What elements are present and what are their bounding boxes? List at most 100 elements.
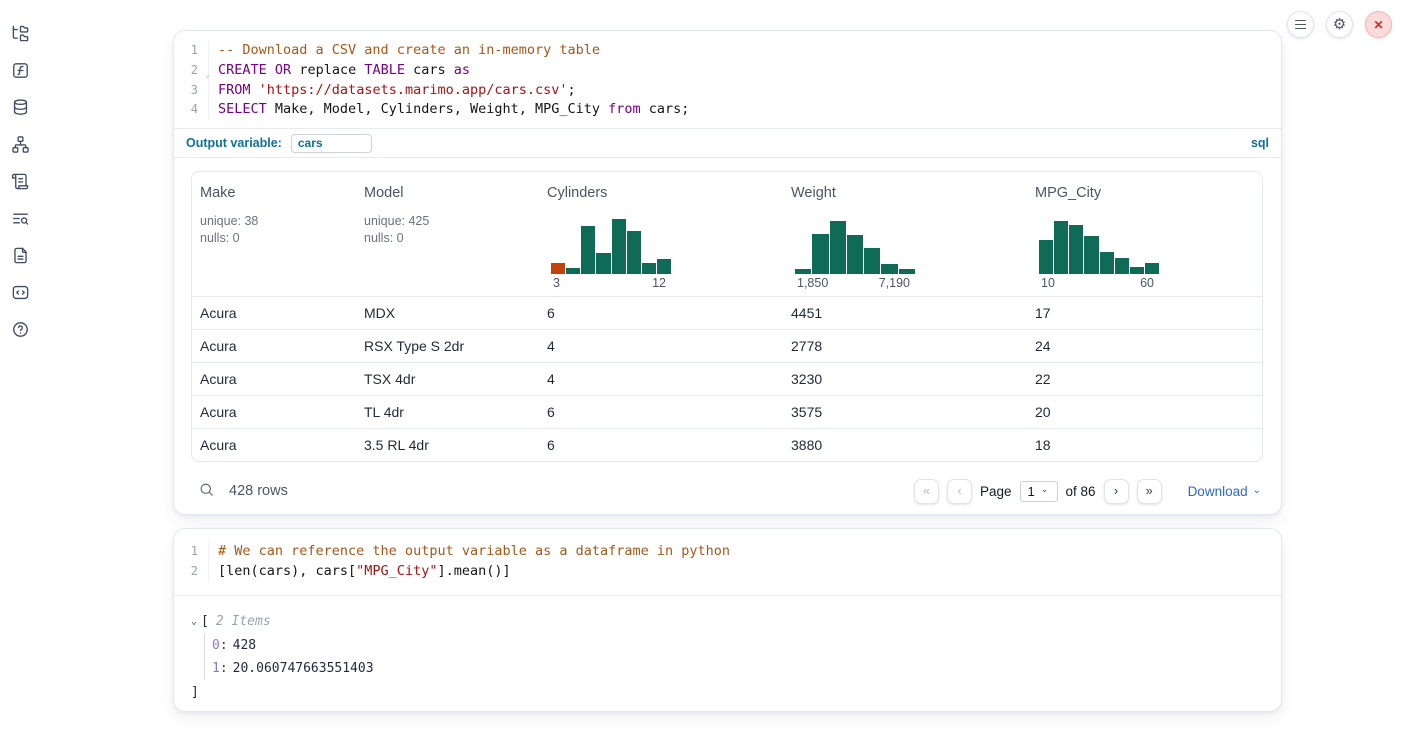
column-histogram: 1,850 7,190 <box>795 219 915 290</box>
column-name[interactable]: MPG_City <box>1035 185 1254 201</box>
previous-page-button[interactable]: ‹ <box>947 479 972 504</box>
topbar-controls: ⚙ ✕ <box>1287 11 1392 38</box>
table-row[interactable]: AcuraRSX Type S 2dr4277824 <box>192 329 1262 362</box>
search-button[interactable] <box>196 481 216 501</box>
table-cell: Acura <box>192 437 356 453</box>
sql-cell: 1-- Download a CSV and create an in-memo… <box>173 30 1282 515</box>
code-text: # We can reference the output variable a… <box>208 542 730 562</box>
code-line: 3FROM 'https://datasets.marimo.app/cars.… <box>174 81 1281 101</box>
table-cell: 6 <box>539 305 783 321</box>
language-badge: sql <box>1251 136 1269 150</box>
search-icon <box>198 481 215 498</box>
next-page-button[interactable]: › <box>1104 479 1129 504</box>
sidebar-button-text-search[interactable] <box>11 208 31 228</box>
histogram-bar <box>847 235 863 274</box>
table-header-row: Make unique: 38nulls: 0Modelunique: 425nu… <box>192 172 1262 296</box>
column-name[interactable]: Cylinders <box>547 185 775 201</box>
column-name[interactable]: Weight <box>791 185 1019 201</box>
histogram-bar <box>596 253 610 274</box>
first-page-button[interactable]: « <box>914 479 939 504</box>
column-histogram: 1060 <box>1039 219 1159 290</box>
histogram-max-label: 7,190 <box>879 276 910 290</box>
tree-items-count: 2 Items <box>216 611 271 632</box>
sidebar-button-file-tree[interactable] <box>11 23 31 43</box>
python-cell: 1# We can reference the output variable … <box>173 528 1282 712</box>
settings-button[interactable]: ⚙ <box>1326 11 1353 38</box>
sidebar-button-database[interactable] <box>11 97 31 117</box>
sidebar-button-scroll[interactable] <box>11 171 31 191</box>
last-page-button[interactable]: » <box>1137 479 1162 504</box>
text-search-icon <box>11 209 30 228</box>
histogram-bar <box>627 231 641 274</box>
sidebar-button-function-square[interactable] <box>11 60 31 80</box>
column-header-model: Modelunique: 425nulls: 0 <box>356 172 539 296</box>
table-cell: 3575 <box>783 404 1027 420</box>
collapse-chevron-icon[interactable]: ⌄ <box>191 616 197 627</box>
shutdown-button[interactable]: ✕ <box>1365 11 1392 38</box>
table-row[interactable]: Acura3.5 RL 4dr6388018 <box>192 428 1262 461</box>
table-row[interactable]: AcuraTL 4dr6357520 <box>192 395 1262 428</box>
table-cell: 4451 <box>783 305 1027 321</box>
table-cell: 6 <box>539 437 783 453</box>
download-button[interactable]: Download ⌄ <box>1188 484 1261 499</box>
histogram-max-label: 12 <box>652 276 666 290</box>
help-circle-icon <box>11 320 30 339</box>
code-line: 2[len(cars), cars["MPG_City"].mean()] <box>174 562 1281 582</box>
line-number: 2 <box>174 562 208 582</box>
python-code-editor[interactable]: 1# We can reference the output variable … <box>174 529 1281 596</box>
histogram-bar <box>1130 267 1144 274</box>
code-line: 4SELECT Make, Model, Cylinders, Weight, … <box>174 100 1281 120</box>
sidebar-button-document[interactable] <box>11 245 31 265</box>
pagination: « ‹ Page 1 ⌄ of 86 › » Download ⌄ <box>914 479 1261 504</box>
histogram-bar <box>1115 258 1129 275</box>
download-label: Download <box>1188 484 1248 499</box>
histogram-min-label: 1,850 <box>797 276 828 290</box>
code-line: 1# We can reference the output variable … <box>174 542 1281 562</box>
table-row[interactable]: AcuraMDX6445117 <box>192 296 1262 329</box>
table-cell: 18 <box>1027 437 1262 453</box>
table-cell: 2778 <box>783 338 1027 354</box>
histogram-bar <box>1084 236 1098 275</box>
menu-button[interactable] <box>1287 11 1314 38</box>
sidebar-button-help-circle[interactable] <box>11 319 31 339</box>
line-number: 4 <box>174 100 208 120</box>
table-row[interactable]: AcuraTSX 4dr4323022 <box>192 362 1262 395</box>
column-name[interactable]: Make <box>200 185 348 201</box>
line-number: 1 <box>174 41 208 61</box>
scroll-icon <box>11 172 30 191</box>
table-cell: MDX <box>356 305 539 321</box>
code-line: 2⌄CREATE OR replace TABLE cars as <box>174 61 1281 81</box>
histogram-bar <box>881 264 897 274</box>
close-icon: ✕ <box>1373 19 1383 31</box>
histogram-bar <box>830 221 846 274</box>
sidebar-button-code-square[interactable] <box>11 282 31 302</box>
histogram-bar <box>551 263 565 274</box>
table-cell: 4 <box>539 371 783 387</box>
histogram-bar <box>812 234 828 274</box>
column-header-make: Make unique: 38nulls: 0 <box>192 172 356 296</box>
code-text: FROM 'https://datasets.marimo.app/cars.c… <box>208 81 576 101</box>
page-label: Page <box>980 484 1012 499</box>
sidebar-button-network[interactable] <box>11 134 31 154</box>
histogram-bar <box>566 268 580 274</box>
table-cell: Acura <box>192 404 356 420</box>
output-variable-input[interactable] <box>291 134 372 153</box>
histogram-max-label: 60 <box>1140 276 1154 290</box>
tree-entry: 1:20.060747663551403 <box>212 657 1263 680</box>
code-text: -- Download a CSV and create an in-memor… <box>208 41 600 61</box>
table-cell: 22 <box>1027 371 1262 387</box>
column-histogram: 312 <box>551 219 671 290</box>
page-total-label: of 86 <box>1066 484 1096 499</box>
page-select-value: 1 <box>1028 484 1035 499</box>
sidebar <box>0 0 42 339</box>
sql-code-editor[interactable]: 1-- Download a CSV and create an in-memo… <box>174 31 1281 129</box>
table-cell: 3230 <box>783 371 1027 387</box>
table-body: AcuraMDX6445117AcuraRSX Type S 2dr427782… <box>192 296 1262 461</box>
histogram-bar <box>1145 263 1159 275</box>
column-stats: unique: 38nulls: 0 <box>200 213 348 246</box>
column-name[interactable]: Model <box>364 185 531 201</box>
histogram-bar <box>864 248 880 274</box>
code-text: [len(cars), cars["MPG_City"].mean()] <box>208 562 511 582</box>
table-cell: Acura <box>192 338 356 354</box>
page-select[interactable]: 1 ⌄ <box>1020 481 1058 502</box>
